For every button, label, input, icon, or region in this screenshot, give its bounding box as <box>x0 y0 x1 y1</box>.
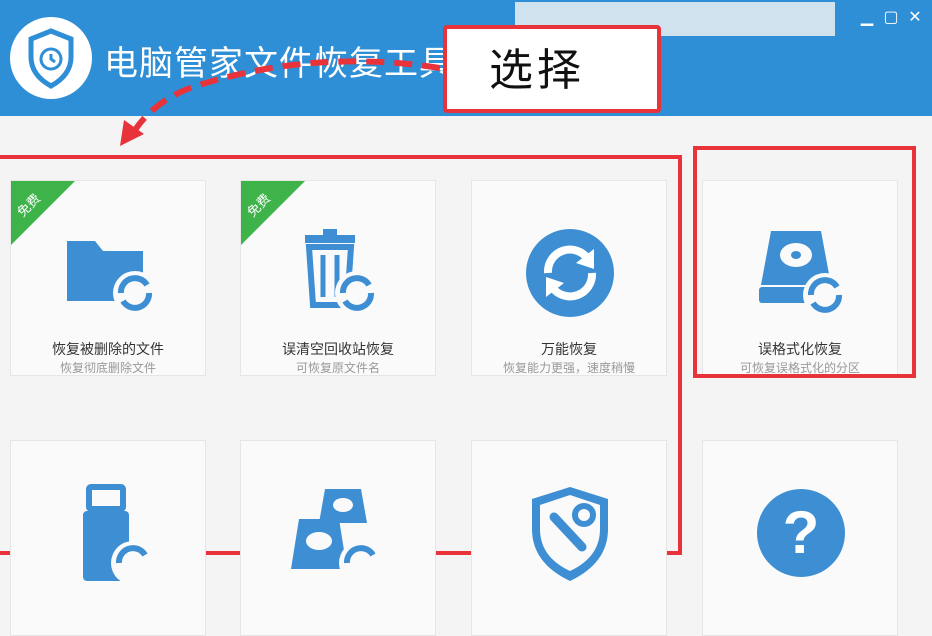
maximize-button[interactable]: ▢ <box>882 8 900 26</box>
close-button[interactable]: ✕ <box>906 8 924 26</box>
trash-recover-icon <box>305 229 379 315</box>
universal-recover-icon <box>526 229 614 317</box>
card-title: 误清空回收站恢复 <box>282 342 394 358</box>
minimize-button[interactable]: ▁ <box>858 8 876 26</box>
card-usb-recover[interactable] <box>10 440 206 636</box>
annotation-callout: 选择 <box>443 25 661 113</box>
usb-recover-icon <box>83 484 155 583</box>
card-subtitle: 恢复能力更强，速度稍慢 <box>502 361 635 375</box>
shield-clock-icon <box>28 28 74 89</box>
svg-text:?: ? <box>783 499 820 566</box>
card-multi-disk-recover[interactable] <box>240 440 436 636</box>
folder-recover-icon <box>67 241 157 315</box>
app-logo <box>10 17 92 99</box>
card-subtitle: 恢复彻底删除文件 <box>59 361 156 375</box>
annotation-label: 选择 <box>489 45 585 96</box>
card-subtitle: 可恢复原文件名 <box>295 361 380 375</box>
card-recycle-bin-recover[interactable]: 免费 误清空回收站恢复 可恢复原文件名 <box>240 180 436 376</box>
help-icon: ? <box>757 489 845 577</box>
card-title: 万能恢复 <box>541 342 597 358</box>
annotation-arrow-icon <box>120 58 440 146</box>
card-universal-recover[interactable]: 万能恢复 恢复能力更强，速度稍慢 <box>471 180 667 376</box>
card-help[interactable]: ? <box>702 440 898 636</box>
multi-disk-recover-icon <box>291 489 383 583</box>
shield-tool-icon <box>532 487 608 581</box>
card-repair-tool[interactable] <box>471 440 667 636</box>
annotation-selection-highlight <box>693 146 916 378</box>
card-recover-deleted[interactable]: 免费 恢复被删除的文件 恢复彻底删除文件 <box>10 180 206 376</box>
card-title: 恢复被删除的文件 <box>52 342 164 358</box>
